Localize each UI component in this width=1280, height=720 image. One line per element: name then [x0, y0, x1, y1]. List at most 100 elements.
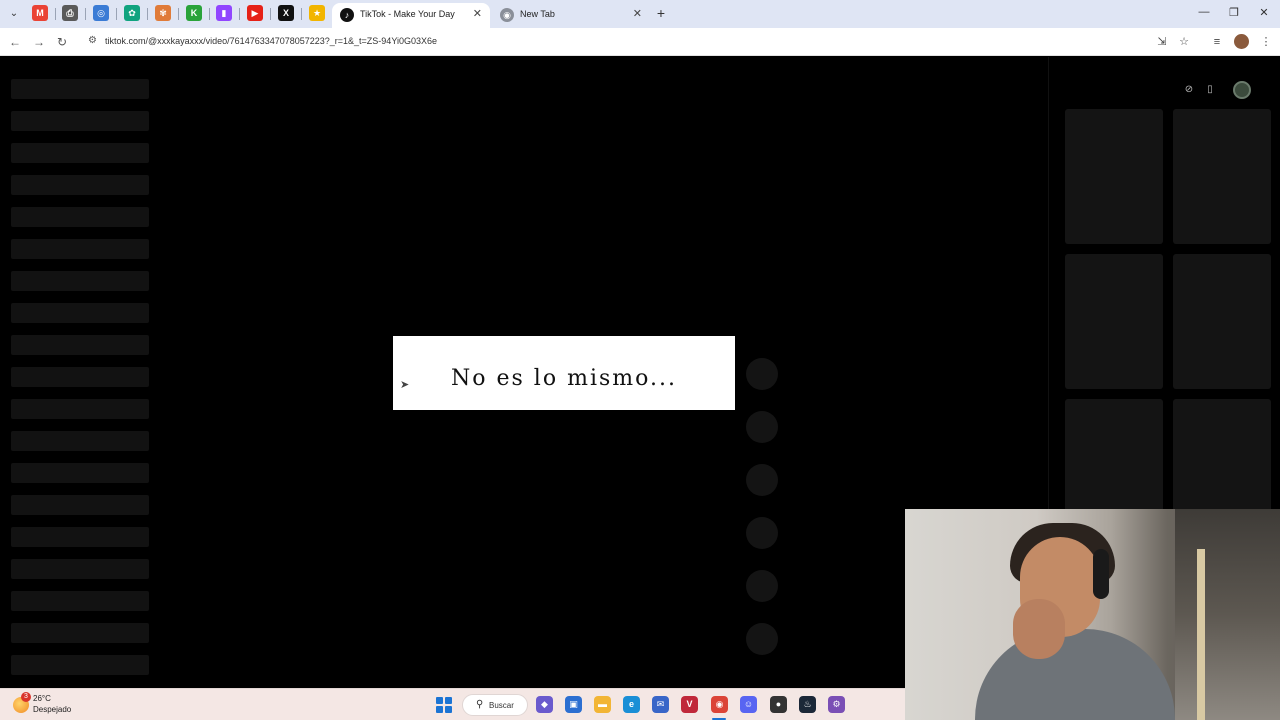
- chrome-icon: ◉: [500, 8, 514, 22]
- sidebar-skeleton-row: [11, 207, 149, 227]
- tiktok-icon: ♪: [340, 8, 354, 22]
- restore-button[interactable]: ❐: [1227, 6, 1241, 19]
- site-info-icon[interactable]: ⚙: [88, 35, 97, 46]
- windows-start-icon[interactable]: [436, 697, 452, 713]
- webcam-guitar: [1197, 549, 1205, 720]
- edge-app-icon[interactable]: e: [623, 696, 640, 713]
- comment-button[interactable]: [746, 411, 778, 443]
- compass-icon[interactable]: ⊘: [1181, 82, 1197, 98]
- browser-toolbar: ← → ↻ ⚙ tiktok.com/@xxxkayaxxx/video/761…: [0, 28, 1280, 56]
- x-icon[interactable]: X: [278, 5, 294, 21]
- sidebar-skeleton-row: [11, 367, 149, 387]
- search-icon: ⚲: [476, 699, 484, 710]
- bookmark-button[interactable]: [746, 464, 778, 496]
- minimize-button[interactable]: —: [1197, 6, 1211, 18]
- search-label: Buscar: [489, 701, 514, 710]
- outlook-app-icon[interactable]: ✉: [652, 696, 669, 713]
- edge-swirl-icon[interactable]: ◎: [93, 5, 109, 21]
- copilot-app-icon[interactable]: ◆: [536, 696, 553, 713]
- close-window-button[interactable]: ✕: [1257, 6, 1271, 19]
- back-arrow-icon[interactable]: ←: [7, 34, 23, 50]
- store-app-icon[interactable]: ▣: [565, 696, 582, 713]
- twitch-icon[interactable]: ▮: [216, 5, 232, 21]
- tab-separator: [116, 8, 117, 20]
- tab-separator: [147, 8, 148, 20]
- user-avatar[interactable]: [1233, 81, 1251, 99]
- printer-icon[interactable]: ⎙: [62, 5, 78, 21]
- sidebar-skeleton-row: [11, 655, 149, 675]
- bookmark-star-icon[interactable]: ☆: [1176, 34, 1192, 50]
- sound-button[interactable]: [746, 623, 778, 655]
- sidebar-skeleton-row: [11, 175, 149, 195]
- sidebar-skeleton-row: [11, 431, 149, 451]
- media-controls-icon[interactable]: ≡: [1209, 34, 1225, 50]
- notification-badge: 3: [21, 692, 31, 702]
- screen: ⌄ M ⎙ ◎ ✿ ✾ K ▮ ▶ X ★ ♪ TikTok - Make Your Day ✕ …: [0, 0, 1280, 720]
- sidebar-skeleton-row: [11, 463, 149, 483]
- sidebar-skeleton-row: [11, 527, 149, 547]
- tab-separator: [209, 8, 210, 20]
- weather-description[interactable]: Despejado: [33, 705, 71, 714]
- new-tab-button[interactable]: +: [653, 5, 669, 21]
- sidebar-skeleton-row: [11, 271, 149, 291]
- weather-temperature[interactable]: 26°C: [33, 694, 51, 703]
- video-player[interactable]: No es lo mismo...: [393, 336, 735, 410]
- share-button[interactable]: [746, 517, 778, 549]
- settings-app-icon[interactable]: ⚙: [828, 696, 845, 713]
- discord-app-icon[interactable]: ☺: [740, 696, 757, 713]
- sidebar-skeleton-row: [11, 559, 149, 579]
- tab-strip: ⌄ M ⎙ ◎ ✿ ✾ K ▮ ▶ X ★ ♪ TikTok - Make Your Day ✕ …: [0, 0, 1280, 28]
- webcam-overlay: [905, 509, 1280, 720]
- tab-new-tab[interactable]: ◉ New Tab ✕: [492, 3, 650, 28]
- video-thumbnail[interactable]: [1173, 109, 1271, 244]
- tab-search-chevron-icon[interactable]: ⌄: [6, 6, 22, 22]
- more-button[interactable]: [746, 570, 778, 602]
- webcam-headset: [1093, 549, 1109, 599]
- install-app-icon[interactable]: ⇲: [1154, 34, 1170, 50]
- sidebar-skeleton-row: [11, 303, 149, 323]
- profile-avatar[interactable]: [1234, 34, 1249, 49]
- taskbar-search[interactable]: ⚲ Buscar: [462, 694, 528, 716]
- sidebar-skeleton-row: [11, 143, 149, 163]
- address-bar[interactable]: ⚙ tiktok.com/@xxxkayaxxx/video/761476334…: [80, 31, 1200, 53]
- webcam-person-hand: [1013, 599, 1065, 659]
- tab-separator: [270, 8, 271, 20]
- mobile-icon[interactable]: ▯: [1202, 82, 1218, 98]
- sidebar-skeleton-row: [11, 399, 149, 419]
- video-thumbnail[interactable]: [1065, 254, 1163, 389]
- tab-separator: [301, 8, 302, 20]
- obs-app-icon[interactable]: ●: [770, 696, 787, 713]
- tab-close-icon[interactable]: ✕: [633, 7, 642, 20]
- star-app-icon[interactable]: ★: [309, 5, 325, 21]
- video-thumbnail[interactable]: [1173, 254, 1271, 389]
- sidebar-skeleton-row: [11, 495, 149, 515]
- sidebar-skeleton-row: [11, 591, 149, 611]
- reload-icon[interactable]: ↻: [54, 34, 70, 50]
- kick-icon[interactable]: K: [186, 5, 202, 21]
- tab-title: New Tab: [520, 9, 555, 19]
- youtube-icon[interactable]: ▶: [247, 5, 263, 21]
- webcam-shelf: [1175, 509, 1280, 720]
- forward-arrow-icon[interactable]: →: [31, 34, 47, 50]
- like-button[interactable]: [746, 358, 778, 390]
- gmail-icon[interactable]: M: [32, 5, 48, 21]
- chatgpt-icon[interactable]: ✿: [124, 5, 140, 21]
- tab-tiktok[interactable]: ♪ TikTok - Make Your Day ✕: [332, 3, 490, 28]
- sidebar-skeleton-row: [11, 623, 149, 643]
- valorant-app-icon[interactable]: V: [681, 696, 698, 713]
- url-text[interactable]: tiktok.com/@xxxkayaxxx/video/76147633470…: [105, 36, 437, 46]
- video-caption: No es lo mismo...: [451, 366, 677, 391]
- tab-title: TikTok - Make Your Day: [360, 9, 455, 19]
- file-explorer-app-icon[interactable]: ▬: [594, 696, 611, 713]
- tab-close-icon[interactable]: ✕: [473, 7, 482, 20]
- menu-kebab-icon[interactable]: ⋮: [1258, 34, 1274, 50]
- steam-app-icon[interactable]: ♨: [799, 696, 816, 713]
- tab-separator: [239, 8, 240, 20]
- video-thumbnail[interactable]: [1065, 109, 1163, 244]
- tab-separator: [85, 8, 86, 20]
- tab-separator: [178, 8, 179, 20]
- sidebar-skeleton-row: [11, 111, 149, 131]
- tab-separator: [55, 8, 56, 20]
- chrome-app-icon[interactable]: ◉: [711, 696, 728, 713]
- butterfly-icon[interactable]: ✾: [155, 5, 171, 21]
